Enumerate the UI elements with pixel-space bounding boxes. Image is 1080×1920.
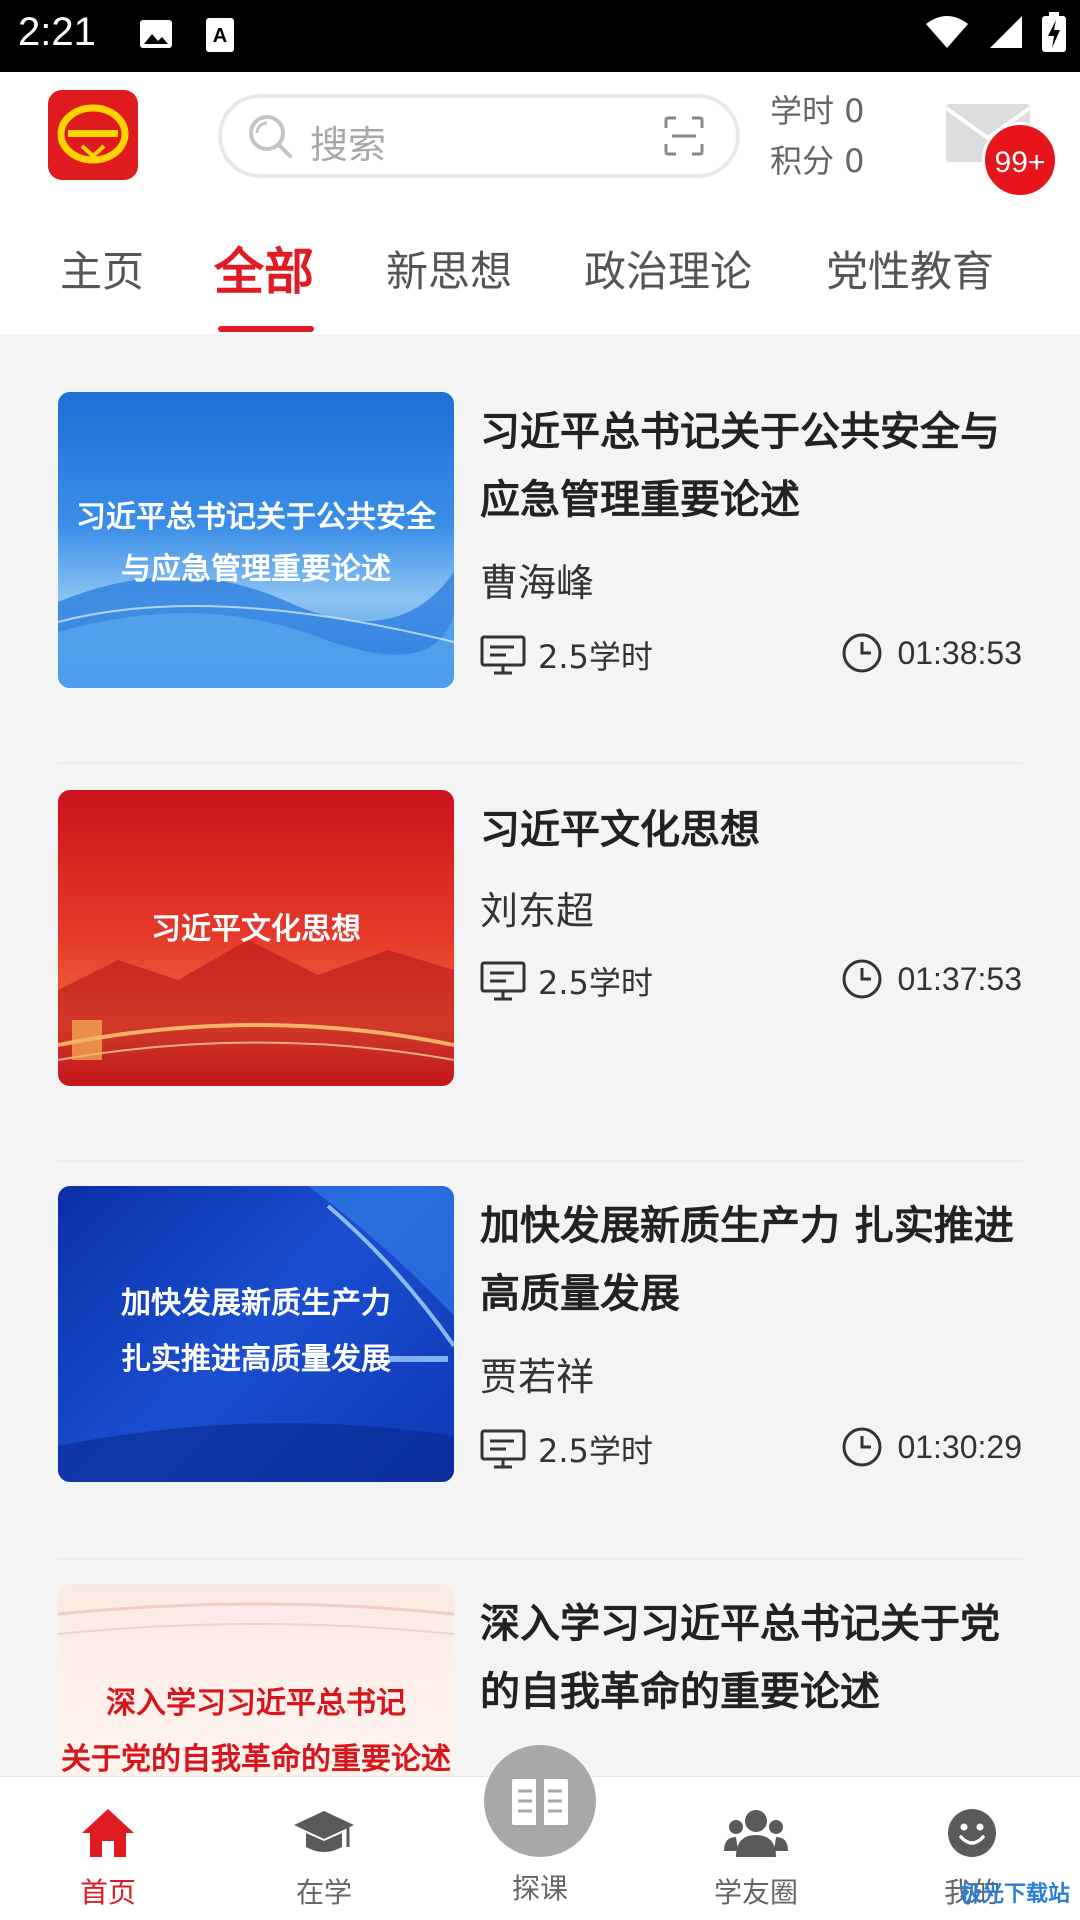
thumbnail-text: 深入学习习近平总书记	[106, 1686, 406, 1721]
people-icon	[724, 1810, 788, 1857]
course-hours: 2.5学时	[480, 1426, 653, 1472]
search-icon	[249, 115, 292, 158]
course-duration-text: 01:30:29	[897, 1428, 1022, 1465]
thumbnail-text: 加快发展新质生产力	[121, 1286, 391, 1321]
course-hours-text: 2.5学时	[538, 1432, 653, 1470]
course-title[interactable]: 加快发展新质生产力 扎实推进高质量发展	[480, 1192, 1020, 1328]
clock-icon	[842, 633, 882, 673]
course-author: 贾若祥	[480, 1355, 595, 1399]
divider	[58, 762, 1022, 764]
thumbnail-text: 关于党的自我革命的重要论述	[61, 1742, 451, 1776]
category-tabs: 主页 全部 新思想 政治理论 党性教育	[0, 230, 1080, 334]
course-thumbnail[interactable]: 习近平总书记关于公共安全 与应急管理重要论述	[58, 392, 454, 688]
course-title[interactable]: 深入学习习近平总书记关于党的自我革命的重要论述	[480, 1590, 1020, 1726]
wifi-icon	[926, 16, 968, 48]
points: 积分 0	[770, 142, 865, 180]
course-hours: 2.5学时	[480, 958, 653, 1004]
lecture-icon	[480, 635, 526, 675]
thumbnail-text: 习近平文化思想	[151, 912, 361, 947]
image-icon	[140, 20, 172, 48]
book-icon	[512, 1779, 568, 1825]
course-duration-text: 01:37:53	[897, 960, 1022, 997]
search-placeholder: 搜索	[310, 123, 387, 167]
course-list[interactable]: 习近平总书记关于公共安全 与应急管理重要论述 习近平总书记关于公共安全与应急管理…	[0, 334, 1080, 1776]
user-stats: 学时 0 积分 0	[770, 86, 865, 186]
tab-new-thought[interactable]: 新思想	[386, 238, 512, 299]
tab-party-education[interactable]: 党性教育	[826, 238, 994, 299]
study-hours: 学时 0	[770, 92, 865, 130]
nav-studying[interactable]: 在学	[254, 1807, 394, 1911]
smiley-icon	[948, 1809, 996, 1857]
course-card[interactable]: 习近平总书记关于公共安全 与应急管理重要论述 习近平总书记关于公共安全与应急管理…	[58, 392, 1022, 762]
svg-text:A: A	[213, 25, 227, 47]
thumbnail-text: 与应急管理重要论述	[121, 552, 391, 587]
course-author: 曹海峰	[480, 561, 595, 605]
nav-studying-label: 在学	[295, 1876, 352, 1909]
status-bar: 2:21 A	[0, 0, 1080, 72]
bottom-nav: 首页 在学 探课 学友圈 我的 极光下载站	[0, 1745, 1080, 1920]
course-duration: 01:37:53	[841, 958, 1022, 1000]
course-hours-text: 2.5学时	[538, 638, 653, 676]
nav-home[interactable]: 首页	[38, 1807, 178, 1911]
active-tab-indicator	[218, 326, 314, 332]
tab-political-theory[interactable]: 政治理论	[584, 238, 752, 299]
watermark: 极光下载站	[959, 1882, 1070, 1907]
home-icon	[82, 1809, 134, 1857]
explore-course-button[interactable]	[484, 1745, 596, 1857]
message-badge: 99+	[982, 122, 1058, 198]
thumbnail-text: 扎实推进高质量发展	[121, 1342, 391, 1377]
course-card[interactable]: 加快发展新质生产力 扎实推进高质量发展 加快发展新质生产力 扎实推进高质量发展 …	[58, 1186, 1022, 1556]
clock-icon	[842, 1427, 882, 1467]
clock-icon	[842, 959, 882, 999]
battery-icon	[1042, 12, 1066, 52]
course-duration: 01:30:29	[841, 1426, 1022, 1468]
tab-home[interactable]: 主页	[60, 238, 144, 299]
app-logo[interactable]	[48, 90, 138, 180]
graduation-cap-icon	[294, 1811, 354, 1852]
course-title[interactable]: 习近平文化思想	[480, 796, 1020, 864]
accessibility-icon: A	[206, 18, 234, 52]
course-hours: 2.5学时	[480, 632, 653, 678]
nav-explore-label: 探课	[511, 1872, 568, 1905]
divider	[58, 1160, 1022, 1162]
course-duration-text: 01:38:53	[897, 634, 1022, 671]
nav-home-label: 首页	[79, 1876, 136, 1909]
course-title[interactable]: 习近平总书记关于公共安全与应急管理重要论述	[480, 398, 1020, 534]
thumbnail-text: 习近平总书记关于公共安全	[76, 500, 436, 535]
lecture-icon	[480, 961, 526, 1001]
course-duration: 01:38:53	[841, 632, 1022, 674]
course-card[interactable]: 习近平文化思想 习近平文化思想 刘东超 2.5学时 01:37:53	[58, 790, 1022, 1160]
lecture-icon	[480, 1429, 526, 1469]
nav-friends[interactable]: 学友圈	[686, 1807, 826, 1911]
nav-friends-label: 学友圈	[713, 1876, 798, 1909]
course-thumbnail[interactable]: 深入学习习近平总书记 关于党的自我革命的重要论述	[58, 1584, 454, 1776]
course-author: 刘东超	[480, 889, 595, 933]
search-bar[interactable]: 搜索	[218, 94, 740, 178]
scan-icon[interactable]	[664, 116, 704, 156]
signal-icon	[990, 16, 1022, 48]
status-time: 2:21	[18, 10, 96, 54]
divider	[58, 1558, 1022, 1560]
course-thumbnail[interactable]: 加快发展新质生产力 扎实推进高质量发展	[58, 1186, 454, 1482]
tab-all[interactable]: 全部	[214, 232, 314, 304]
course-thumbnail[interactable]: 习近平文化思想	[58, 790, 454, 1086]
course-hours-text: 2.5学时	[538, 964, 653, 1002]
